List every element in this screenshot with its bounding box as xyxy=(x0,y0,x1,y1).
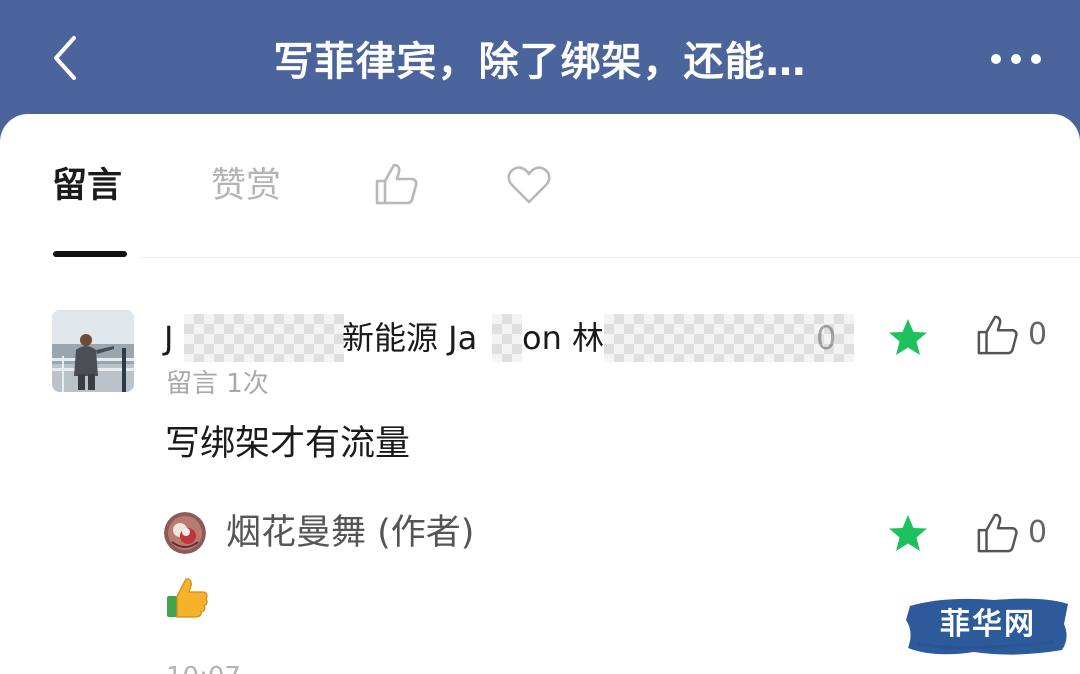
comment-like-count: 0 xyxy=(1028,317,1048,352)
author-name[interactable]: 烟花曼舞 (作者) xyxy=(226,510,474,556)
featured-star-icon xyxy=(889,515,927,551)
nickname-part: 0 xyxy=(816,319,837,357)
author-avatar[interactable] xyxy=(164,512,206,554)
reply-like-count: 0 xyxy=(1028,515,1048,550)
commenter-nickname[interactable]: J 新能源 Ja on 林 0 xyxy=(164,314,864,362)
comment-timestamp: 10:07 xyxy=(166,662,241,674)
nickname-mosaic xyxy=(492,314,522,362)
tab-divider xyxy=(140,257,1080,258)
commenter-avatar[interactable] xyxy=(52,310,134,392)
author-avatar-image xyxy=(164,512,206,554)
nickname-part: 新能源 Ja xyxy=(342,319,478,357)
thumbs-up-icon xyxy=(977,513,1018,553)
tab-comments[interactable]: 留言 xyxy=(52,164,122,208)
nickname-mosaic xyxy=(184,314,344,362)
heart-icon xyxy=(507,166,551,204)
top-bar: 写菲律宾，除了绑架，还能… xyxy=(0,0,1080,120)
back-button[interactable] xyxy=(40,30,90,86)
comment-like-button[interactable] xyxy=(976,313,1020,357)
watermark-text: 菲华网 xyxy=(940,607,1036,642)
comment-count-meta: 留言 1次 xyxy=(166,369,269,399)
site-watermark: 菲华网 xyxy=(904,594,1072,658)
page-title: 写菲律宾，除了绑架，还能… xyxy=(273,39,807,85)
thumbs-up-icon xyxy=(977,315,1018,355)
more-horizontal-icon xyxy=(991,54,1041,64)
featured-star-icon xyxy=(889,319,927,355)
comment-text: 写绑架才有流量 xyxy=(165,424,411,464)
nickname-part: on 林 xyxy=(522,319,605,357)
avatar-photo xyxy=(52,310,134,392)
reply-like-button[interactable] xyxy=(976,511,1020,555)
thumbs-up-icon xyxy=(375,163,418,205)
more-button[interactable] xyxy=(986,44,1046,74)
active-tab-indicator xyxy=(53,251,127,257)
tab-reward[interactable]: 赞赏 xyxy=(211,164,281,208)
tab-likes[interactable] xyxy=(374,162,420,206)
nickname-part: J xyxy=(164,319,174,357)
tab-bar: 留言 赞赏 xyxy=(0,114,1080,259)
comments-sheet: 留言 赞赏 J 新能源 Ja on 林 0 留言 1次 写绑架才有流量 0 烟花… xyxy=(0,114,1080,674)
chevron-left-icon xyxy=(54,36,76,80)
tab-favorites[interactable] xyxy=(506,164,552,206)
thumbs-up-emoji-icon xyxy=(167,578,208,618)
